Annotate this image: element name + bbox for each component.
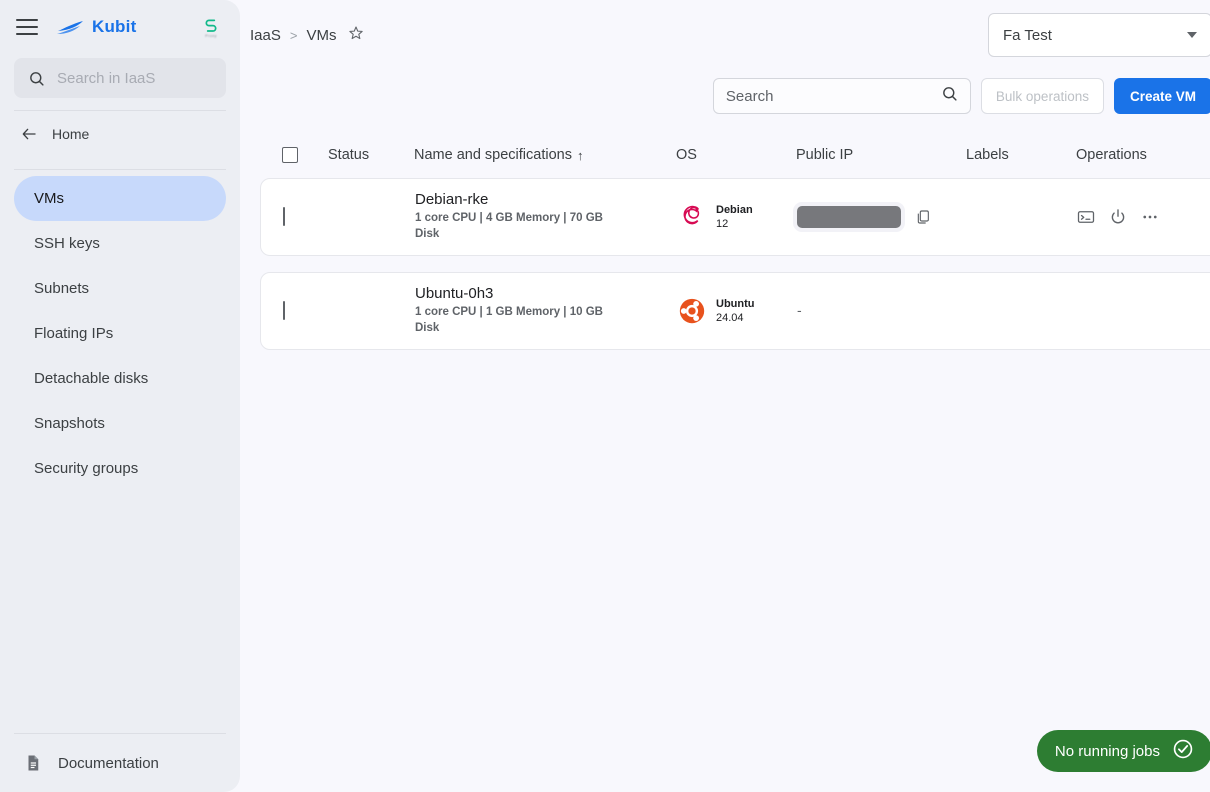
sidebar-item-label: Floating IPs (34, 325, 114, 342)
project-selector-value: Fa Test (1003, 26, 1052, 44)
brand-name: Kubit (92, 17, 137, 36)
row-os-cell: Debian 12 (677, 202, 797, 232)
power-icon[interactable] (1109, 208, 1127, 226)
sidebar-nav: VMs SSH keys Subnets Floating IPs Detach… (0, 170, 240, 491)
public-ip-value: - (797, 302, 802, 318)
select-all-checkbox[interactable] (282, 147, 298, 163)
os-text: Ubuntu 24.04 (716, 297, 754, 326)
row-operations-cell (1077, 208, 1197, 226)
action-bar: Search Bulk operations Create VM (240, 70, 1210, 122)
kubit-swoosh-icon (57, 21, 83, 34)
project-selector[interactable]: Fa Test (988, 13, 1210, 57)
sort-ascending-icon: ↑ (576, 147, 584, 163)
running-jobs-label: No running jobs (1054, 742, 1160, 760)
row-name-cell: Debian-rke 1 core CPU | 4 GB Memory | 70… (415, 191, 677, 242)
arrow-left-icon (22, 128, 36, 140)
column-header-operations: Operations (1076, 147, 1147, 163)
sidebar-item-snapshots[interactable]: Snapshots (14, 401, 226, 446)
partner-s-icon (205, 18, 217, 32)
sidebar-item-label: SSH keys (34, 235, 100, 252)
breadcrumb-item-iaas[interactable]: IaaS (250, 27, 281, 44)
console-icon[interactable] (1077, 208, 1095, 226)
row-checkbox[interactable] (283, 207, 285, 226)
brand-logo[interactable]: Kubit (56, 17, 198, 37)
public-ip-redacted-value (797, 206, 901, 228)
search-input[interactable]: Search (712, 78, 971, 114)
check-circle-icon (1172, 738, 1194, 764)
sidebar-header: Kubit Proxy (0, 0, 240, 54)
row-name-cell: Ubuntu-0h3 1 core CPU | 1 GB Memory | 10… (415, 285, 677, 336)
bulk-operations-button[interactable]: Bulk operations (980, 78, 1104, 114)
vm-specs: 1 core CPU | 4 GB Memory | 70 GB Disk (415, 212, 603, 240)
sidebar-item-detachable-disks[interactable]: Detachable disks (14, 356, 226, 401)
search-placeholder: Search (725, 87, 774, 105)
sidebar-documentation-label: Documentation (58, 754, 159, 772)
running-jobs-status-pill[interactable]: No running jobs (1036, 730, 1210, 772)
sidebar-item-label: Snapshots (34, 415, 105, 432)
sidebar-search-input[interactable]: Search in IaaS (14, 58, 226, 98)
sidebar-item-security-groups[interactable]: Security groups (14, 446, 226, 491)
search-icon (30, 71, 44, 86)
sidebar-item-label: Security groups (34, 460, 139, 477)
breadcrumb-item-vms[interactable]: VMs (306, 27, 336, 44)
ubuntu-logo (679, 298, 705, 324)
top-bar: IaaS > VMs Fa Test (240, 0, 1210, 70)
sidebar-item-label: Subnets (34, 280, 90, 297)
column-header-labels: Labels (966, 147, 1009, 163)
bulk-operations-label: Bulk operations (995, 88, 1089, 104)
partner-logo: Proxy (198, 12, 224, 42)
sidebar-item-documentation[interactable]: Documentation (0, 734, 240, 792)
os-text: Debian 12 (716, 203, 753, 232)
column-header-public-ip: Public IP (796, 147, 854, 163)
star-outline-icon[interactable] (348, 25, 364, 45)
search-icon (941, 85, 958, 107)
sidebar-item-subnets[interactable]: Subnets (14, 266, 226, 311)
os-name: Debian (716, 203, 753, 216)
column-header-name[interactable]: Name and specifications ↑ (414, 147, 676, 163)
row-checkbox[interactable] (283, 301, 285, 320)
os-name: Ubuntu (716, 297, 755, 310)
os-version: 24.04 (716, 312, 744, 324)
row-os-cell: Ubuntu 24.04 (677, 296, 797, 326)
create-vm-button[interactable]: Create VM (1113, 78, 1210, 114)
sidebar: Kubit Proxy Search in IaaS Home VMs SSH … (0, 0, 240, 792)
column-header-os: OS (676, 147, 697, 163)
copy-icon[interactable] (915, 209, 931, 225)
row-select-cell (283, 301, 329, 320)
create-vm-label: Create VM (1129, 88, 1196, 104)
document-icon (28, 755, 39, 771)
vm-table: Status Name and specifications ↑ OS Publ… (260, 132, 1210, 350)
sidebar-item-vms[interactable]: VMs (14, 176, 226, 221)
column-header-select (282, 147, 328, 163)
more-icon[interactable] (1141, 208, 1159, 226)
table-row[interactable]: Ubuntu-0h3 1 core CPU | 1 GB Memory | 10… (260, 272, 1210, 350)
row-select-cell (283, 207, 329, 226)
table-row[interactable]: Debian-rke 1 core CPU | 4 GB Memory | 70… (260, 178, 1210, 256)
breadcrumb-separator: > (289, 27, 298, 43)
sidebar-search-placeholder: Search in IaaS (57, 69, 156, 87)
row-public-ip-cell: - (797, 302, 967, 320)
partner-logo-caption: Proxy (205, 32, 217, 38)
hamburger-icon[interactable] (16, 19, 38, 35)
vm-name[interactable]: Debian-rke (415, 191, 677, 208)
column-header-name-label: Name and specifications (414, 147, 572, 163)
sidebar-item-floating-ips[interactable]: Floating IPs (14, 311, 226, 356)
main-content: IaaS > VMs Fa Test Search Bulk operation… (240, 0, 1210, 792)
sidebar-item-label: Detachable disks (34, 370, 149, 387)
breadcrumb: IaaS > VMs (250, 25, 364, 45)
chevron-down-icon (1187, 32, 1197, 38)
sidebar-item-label: VMs (34, 190, 64, 207)
vm-specs: 1 core CPU | 1 GB Memory | 10 GB Disk (415, 306, 603, 334)
sidebar-footer: Documentation (0, 721, 240, 792)
sidebar-item-ssh-keys[interactable]: SSH keys (14, 221, 226, 266)
column-header-status: Status (328, 147, 370, 163)
row-public-ip-cell (797, 206, 967, 228)
table-header-row: Status Name and specifications ↑ OS Publ… (260, 132, 1210, 178)
sidebar-home-label: Home (52, 126, 90, 142)
os-version: 12 (716, 218, 729, 230)
vm-name[interactable]: Ubuntu-0h3 (415, 285, 677, 302)
debian-logo (683, 205, 700, 225)
sidebar-home-link[interactable]: Home (0, 111, 240, 157)
